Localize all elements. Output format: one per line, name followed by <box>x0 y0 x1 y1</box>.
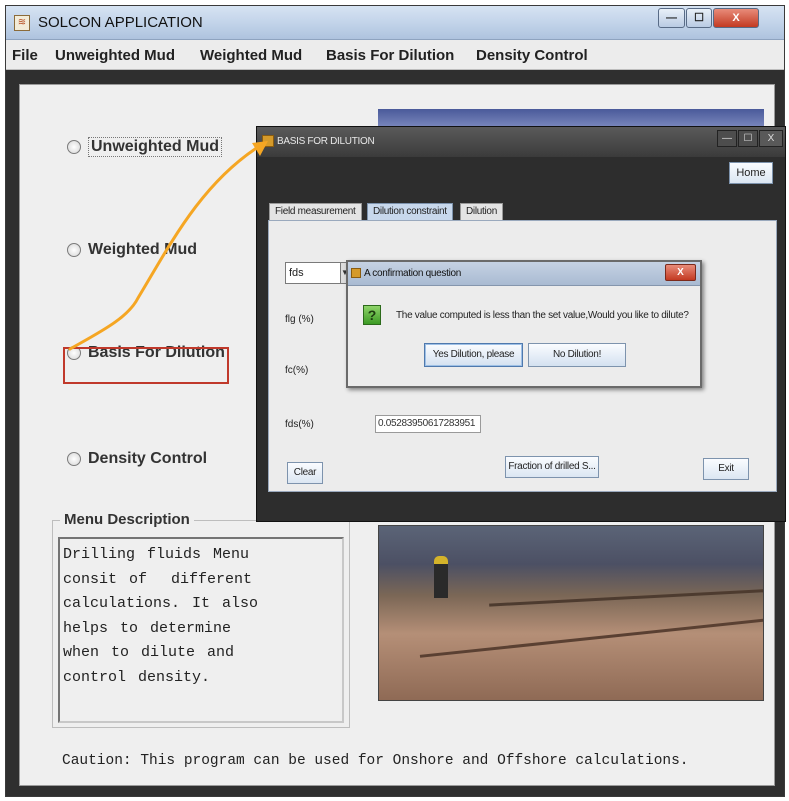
flg-label: flg (%) <box>285 314 314 325</box>
menu-density-control[interactable]: Density Control <box>476 47 588 64</box>
worker-figure <box>434 556 448 598</box>
menu-unweighted-mud[interactable]: Unweighted Mud <box>55 47 175 64</box>
dilution-title-bar: BASIS FOR DILUTION — ☐ X <box>257 127 785 157</box>
clear-button[interactable]: Clear <box>287 462 323 484</box>
title-bar: ≋ SOLCON APPLICATION — ☐ X <box>6 6 784 40</box>
radio-label: Density Control <box>88 450 208 467</box>
confirmation-close-button[interactable]: X <box>665 264 696 281</box>
radio-weighted-mud[interactable]: Weighted Mud <box>67 241 197 259</box>
exit-button[interactable]: Exit <box>703 458 749 480</box>
minimize-button[interactable]: — <box>658 8 685 28</box>
drilling-site-photo <box>378 525 764 701</box>
confirmation-dialog: A confirmation question X ? The value co… <box>346 260 702 388</box>
dilution-close-button[interactable]: X <box>759 130 783 147</box>
radio-button-icon[interactable] <box>67 452 81 466</box>
tab-dilution-constraint[interactable]: Dilution constraint <box>367 203 453 221</box>
caution-text: Caution: This program can be used for On… <box>62 753 689 769</box>
close-button[interactable]: X <box>713 8 759 28</box>
question-icon: ? <box>363 305 381 325</box>
maximize-button[interactable]: ☐ <box>686 8 712 28</box>
confirmation-title: A confirmation question <box>364 268 462 279</box>
java-app-icon: ≋ <box>14 15 30 31</box>
tab-dilution[interactable]: Dilution <box>460 203 503 221</box>
radio-label: Unweighted Mud <box>88 137 222 157</box>
menu-description-textarea[interactable]: Drilling fluids Menu consit of different… <box>58 537 344 723</box>
fds-value-field[interactable]: 0.05283950617283951 <box>375 415 481 433</box>
menu-basis-for-dilution[interactable]: Basis For Dilution <box>326 47 454 64</box>
menu-bar: File Unweighted Mud Weighted Mud Basis F… <box>6 40 784 70</box>
basis-for-dilution-window: BASIS FOR DILUTION — ☐ X Home Field meas… <box>256 126 786 522</box>
tab-field-measurement[interactable]: Field measurement <box>269 203 362 221</box>
window-icon <box>262 135 274 147</box>
window-title: SOLCON APPLICATION <box>38 14 203 31</box>
confirmation-message: The value computed is less than the set … <box>396 310 689 321</box>
dilution-minimize-button[interactable]: — <box>717 130 737 147</box>
home-button[interactable]: Home <box>729 162 773 184</box>
radio-unweighted-mud[interactable]: Unweighted Mud <box>67 137 222 157</box>
radio-density-control[interactable]: Density Control <box>67 450 207 468</box>
radio-button-icon[interactable] <box>67 140 81 154</box>
radio-label: Weighted Mud <box>88 241 198 258</box>
dilution-window-title: BASIS FOR DILUTION <box>277 136 375 147</box>
window-icon <box>351 268 361 278</box>
constraint-select[interactable]: fds <box>285 262 341 284</box>
fds-label: fds(%) <box>285 419 314 430</box>
confirmation-title-bar: A confirmation question X <box>348 262 700 286</box>
menu-file[interactable]: File <box>12 47 38 64</box>
radio-button-icon[interactable] <box>67 243 81 257</box>
fraction-drilled-solids-button[interactable]: Fraction of drilled S... <box>505 456 599 478</box>
menu-weighted-mud[interactable]: Weighted Mud <box>200 47 302 64</box>
pipe-shape <box>489 588 763 607</box>
pipe-shape <box>419 617 763 658</box>
highlight-annotation-box <box>63 347 229 384</box>
menu-description-title: Menu Description <box>60 511 194 528</box>
fc-label: fc(%) <box>285 365 309 376</box>
dilution-maximize-button[interactable]: ☐ <box>738 130 758 147</box>
yes-dilution-button[interactable]: Yes Dilution, please <box>424 343 523 367</box>
no-dilution-button[interactable]: No Dilution! <box>528 343 626 367</box>
